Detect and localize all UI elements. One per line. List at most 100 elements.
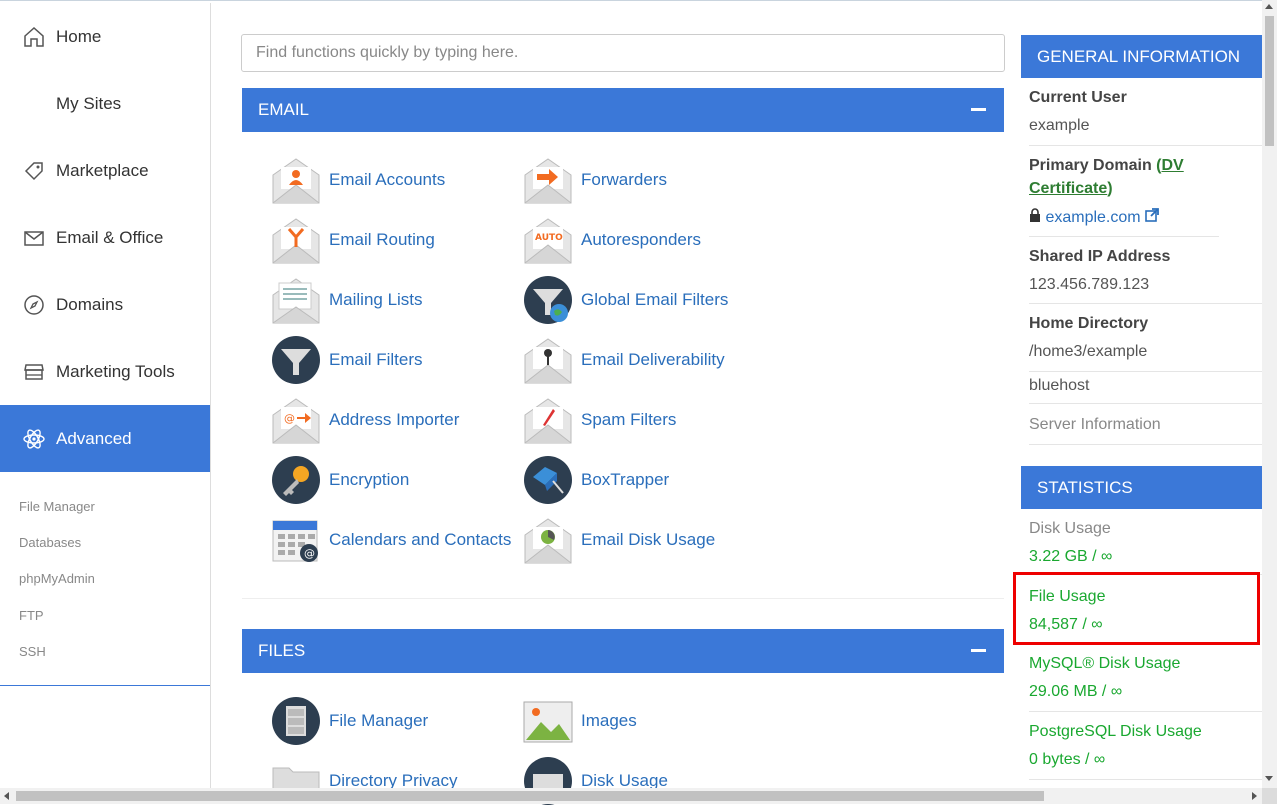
email-filters-link[interactable]: Email Filters xyxy=(271,335,423,385)
mysql-usage-label: MySQL® Disk Usage xyxy=(1029,655,1181,672)
collapse-icon[interactable] xyxy=(971,108,986,111)
sidebar-item-label: Email & Office xyxy=(56,227,164,247)
disk-usage-label: Disk Usage xyxy=(1029,520,1111,537)
item-label: Forwarders xyxy=(581,170,667,189)
sidebar-item-email-office[interactable]: Email & Office xyxy=(0,204,210,271)
highlight-box xyxy=(1013,572,1260,645)
forwarders-icon xyxy=(523,155,573,205)
postgres-usage-label: PostgreSQL Disk Usage xyxy=(1029,723,1202,740)
address-importer-link[interactable]: @ Address Importer xyxy=(271,395,459,445)
subnav-ftp[interactable]: FTP xyxy=(19,608,44,623)
sidebar-item-label: Advanced xyxy=(56,428,132,448)
images-link[interactable]: Images xyxy=(523,696,637,746)
disk-usage-stat: Disk Usage 3.22 GB / ∞ xyxy=(1029,515,1262,575)
postgres-usage-stat: PostgreSQL Disk Usage 0 bytes / ∞ xyxy=(1029,718,1262,780)
subnav-ssh[interactable]: SSH xyxy=(19,644,46,659)
subnav-file-manager[interactable]: File Manager xyxy=(19,499,95,514)
divider xyxy=(0,685,210,686)
sidebar-item-domains[interactable]: Domains xyxy=(0,271,210,338)
mailing-lists-link[interactable]: Mailing Lists xyxy=(271,275,423,325)
spam-filters-link[interactable]: Spam Filters xyxy=(523,395,676,445)
scroll-up-icon[interactable] xyxy=(1265,4,1273,9)
scroll-thumb[interactable] xyxy=(1265,16,1274,146)
scroll-down-icon[interactable] xyxy=(1265,776,1273,781)
shared-ip-value: 123.456.789.123 xyxy=(1029,276,1150,293)
item-label: Email Filters xyxy=(329,350,423,369)
scroll-left-icon[interactable] xyxy=(4,792,9,800)
global-email-filters-link[interactable]: Global Email Filters xyxy=(523,275,728,325)
item-label: Email Disk Usage xyxy=(581,530,716,549)
item-label: Autoresponders xyxy=(581,230,702,249)
sidebar-item-home[interactable]: Home xyxy=(0,3,210,70)
right-sidebar: GENERAL INFORMATION Current User example… xyxy=(1021,3,1262,788)
encryption-link[interactable]: Encryption xyxy=(271,455,409,505)
sidebar-item-my-sites[interactable]: My Sites xyxy=(0,70,210,137)
main-content: EMAIL Email Accounts Email Routing Maili… xyxy=(211,3,1011,805)
email-deliverability-link[interactable]: Email Deliverability xyxy=(523,335,725,385)
item-label: Calendars and Contacts xyxy=(329,530,512,549)
spam-filters-icon xyxy=(523,395,573,445)
shared-ip-label: Shared IP Address xyxy=(1029,248,1171,265)
item-label: Global Email Filters xyxy=(581,290,729,309)
server-info-link[interactable]: Server Information xyxy=(1029,411,1262,439)
sidebar: Home My Sites Marketplace Email & Office… xyxy=(0,3,211,788)
sidebar-item-marketplace[interactable]: Marketplace xyxy=(0,137,210,204)
item-label: Email Routing xyxy=(329,230,435,249)
email-accounts-link[interactable]: Email Accounts xyxy=(271,155,445,205)
sidebar-item-label: Marketing Tools xyxy=(56,361,175,381)
primary-domain-label: Primary Domain xyxy=(1029,157,1152,174)
item-label: BoxTrapper xyxy=(581,470,670,489)
host-block: bluehost xyxy=(1029,372,1262,404)
statistics-header: STATISTICS xyxy=(1021,466,1262,509)
email-filters-icon xyxy=(271,335,321,385)
scroll-right-icon[interactable] xyxy=(1252,792,1257,800)
sidebar-item-label: My Sites xyxy=(56,93,122,113)
files-panel-header[interactable]: FILES xyxy=(242,629,1004,673)
store-icon xyxy=(22,360,46,384)
forwarders-link[interactable]: Forwarders xyxy=(523,155,667,205)
envelope-icon xyxy=(22,226,46,250)
item-label: Encryption xyxy=(329,470,410,489)
sidebar-item-label: Home xyxy=(56,26,102,46)
file-manager-link[interactable]: File Manager xyxy=(271,696,428,746)
collapse-icon[interactable] xyxy=(971,649,986,652)
email-disk-usage-link[interactable]: Email Disk Usage xyxy=(523,515,715,565)
encryption-key-icon xyxy=(271,455,321,505)
shared-ip-block: Shared IP Address 123.456.789.123 xyxy=(1029,243,1262,304)
item-label: Address Importer xyxy=(329,410,460,429)
sidebar-item-marketing-tools[interactable]: Marketing Tools xyxy=(0,338,210,405)
vertical-scrollbar[interactable] xyxy=(1262,0,1277,788)
disk-usage-value: 3.22 GB / ∞ xyxy=(1029,548,1113,565)
server-info-block: Server Information xyxy=(1029,411,1262,445)
search-input[interactable] xyxy=(241,34,1005,72)
global-filter-icon xyxy=(523,275,573,325)
item-label: Email Deliverability xyxy=(581,350,725,369)
image-icon xyxy=(523,696,573,746)
calendar-icon: @ xyxy=(271,515,321,565)
home-dir-label: Home Directory xyxy=(1029,315,1149,332)
sidebar-item-label: Marketplace xyxy=(56,160,149,180)
panel-title: EMAIL xyxy=(258,100,310,119)
scroll-thumb[interactable] xyxy=(16,791,1044,801)
primary-domain-link[interactable]: example.com xyxy=(1045,209,1140,226)
email-routing-link[interactable]: Email Routing xyxy=(271,215,435,265)
calendars-contacts-link[interactable]: @ Calendars and Contacts xyxy=(271,515,511,565)
email-panel-header[interactable]: EMAIL xyxy=(242,88,1004,132)
mysql-usage-value: 29.06 MB / ∞ xyxy=(1029,683,1123,700)
horizontal-scrollbar[interactable] xyxy=(0,788,1262,804)
svg-text:@: @ xyxy=(304,547,315,560)
postgres-usage-value: 0 bytes / ∞ xyxy=(1029,751,1106,768)
svg-text:AUTO: AUTO xyxy=(535,233,563,243)
panel-divider xyxy=(242,598,1004,599)
boxtrapper-link[interactable]: BoxTrapper xyxy=(523,455,669,505)
wordpress-icon xyxy=(22,92,46,116)
email-accounts-icon xyxy=(271,155,321,205)
mailing-lists-icon xyxy=(271,275,321,325)
external-link-icon[interactable] xyxy=(1145,208,1159,226)
sidebar-item-advanced[interactable]: Advanced xyxy=(0,405,210,472)
subnav-databases[interactable]: Databases xyxy=(19,535,81,550)
subnav-phpmyadmin[interactable]: phpMyAdmin xyxy=(19,571,95,586)
sidebar-item-label: Domains xyxy=(56,294,124,314)
item-label: Mailing Lists xyxy=(329,290,423,309)
autoresponders-link[interactable]: AUTO Autoresponders xyxy=(523,215,701,265)
